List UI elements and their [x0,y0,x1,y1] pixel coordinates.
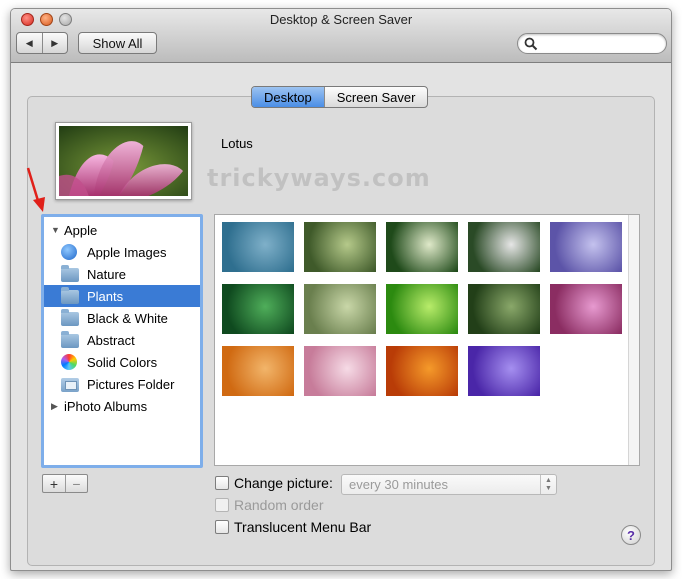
disclosure-down-icon[interactable]: ▼ [51,225,60,235]
interval-value: every 30 minutes [349,477,448,492]
search-input[interactable] [540,36,660,51]
change-picture-checkbox[interactable] [215,476,229,490]
translucent-menu-bar-label: Translucent Menu Bar [234,519,372,535]
source-item-solid-colors[interactable]: Solid Colors [44,351,200,373]
source-item-pictures-folder[interactable]: Pictures Folder [44,373,200,395]
source-item-plants[interactable]: Plants [44,285,200,307]
source-item-label: Apple Images [87,244,167,260]
wallpaper-thumbnail-maple[interactable] [222,346,294,396]
wallpaper-thumbnail-orange-rose[interactable] [386,346,458,396]
random-order-label: Random order [234,497,324,513]
add-folder-button[interactable]: + [43,475,65,492]
source-group-iphoto[interactable]: ▶ iPhoto Albums [44,395,200,417]
wallpaper-thumbnail-daisies[interactable] [386,222,458,272]
change-picture-label: Change picture: [234,475,333,491]
wallpaper-thumbnail-pink-bloom[interactable] [304,346,376,396]
source-item-label: Black & White [87,310,168,326]
translucent-menu-bar-option[interactable]: Translucent Menu Bar [215,519,371,535]
random-order-checkbox[interactable] [215,498,229,512]
back-button[interactable]: ◀ [17,33,42,53]
wallpaper-name: Lotus [221,136,253,151]
source-item-black-white[interactable]: Black & White [44,307,200,329]
wallpaper-thumbnail-bamboo[interactable] [304,222,376,272]
preferences-window: Desktop & Screen Saver ◀ ▶ Show All Desk… [10,8,672,571]
source-group-label: iPhoto Albums [64,398,148,414]
wallpaper-thumbnail-green-leaf[interactable] [386,284,458,334]
tab-bar: Desktop Screen Saver [251,86,429,108]
search-icon [524,37,538,51]
source-group-apple[interactable]: ▼ Apple [44,219,200,241]
wallpaper-thumbnail-grass-dew[interactable] [222,284,294,334]
watermark-text: trickyways.com [207,164,431,192]
wallpaper-thumbnail-moss[interactable] [468,284,540,334]
desktop-preview [55,122,192,200]
show-all-button[interactable]: Show All [78,32,157,54]
wallpaper-thumbnail-agave[interactable] [222,222,294,272]
wallpaper-thumbnail-dandelion[interactable] [468,222,540,272]
source-group-label: Apple [64,222,98,238]
source-item-label: Plants [87,288,124,304]
folder-icon [61,265,79,282]
window-title: Desktop & Screen Saver [269,12,413,27]
source-item-label: Pictures Folder [87,376,175,392]
source-list: ▼ Apple Apple Images Nature Plants Black… [41,214,203,468]
color-wheel-icon [61,354,79,370]
select-arrows-icon: ▲ ▼ [540,475,556,494]
folder-icon [61,309,79,326]
folder-icon [61,287,79,304]
annotation-arrow-icon [26,167,45,212]
change-interval-select[interactable]: every 30 minutes ▲ ▼ [341,474,557,495]
lotus-preview-image [59,126,188,196]
source-item-label: Nature [87,266,127,282]
wallpaper-thumbnail-lotus[interactable] [550,284,622,334]
source-item-apple-images[interactable]: Apple Images [44,241,200,263]
source-item-nature[interactable]: Nature [44,263,200,285]
wallpaper-thumbnail-meadow[interactable] [304,284,376,334]
back-forward-control: ◀ ▶ [16,32,68,54]
remove-folder-button[interactable]: − [65,475,87,492]
source-item-label: Solid Colors [87,354,158,370]
pictures-folder-icon [61,376,79,392]
title-bar: Desktop & Screen Saver ◀ ▶ Show All [11,9,671,63]
help-button[interactable]: ? [621,525,641,545]
random-order-option[interactable]: Random order [215,497,324,513]
source-item-abstract[interactable]: Abstract [44,329,200,351]
wallpaper-thumbnail-purple-petals[interactable] [550,222,622,272]
translucent-menu-bar-checkbox[interactable] [215,520,229,534]
tab-screen-saver[interactable]: Screen Saver [323,87,428,107]
grid-scrollbar[interactable] [628,215,639,465]
wallpaper-grid [214,214,640,466]
forward-button[interactable]: ▶ [41,33,68,53]
wallpaper-thumbnail-violet-petals[interactable] [468,346,540,396]
tab-desktop[interactable]: Desktop [252,87,324,107]
change-picture-option[interactable]: Change picture: [215,475,333,491]
source-item-label: Abstract [87,332,135,348]
disclosure-right-icon[interactable]: ▶ [51,401,59,412]
add-remove-control: + − [42,474,88,493]
apple-icon [61,244,79,260]
folder-icon [61,331,79,348]
search-field[interactable] [517,33,667,54]
